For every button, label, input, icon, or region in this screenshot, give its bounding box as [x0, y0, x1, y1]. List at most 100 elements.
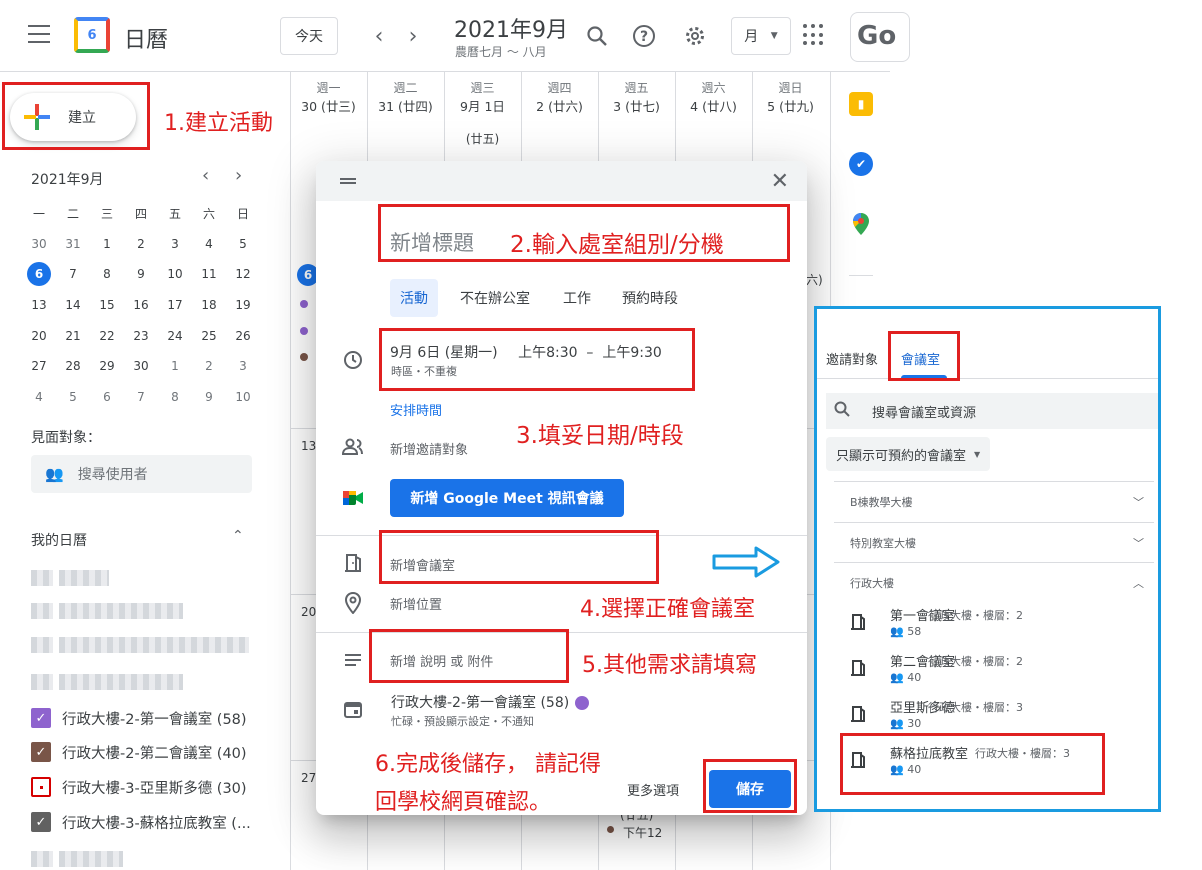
room-group-b-building[interactable]: B棟教學大樓 ﹀	[834, 481, 1154, 521]
mini-calendar-day[interactable]: 2	[124, 229, 158, 260]
calendar-list-item[interactable]: ✓ 行政大樓-3-蘇格拉底教室 (...	[31, 810, 251, 834]
main-menu-icon[interactable]	[28, 25, 50, 43]
mini-calendar-day[interactable]: 6	[90, 382, 124, 413]
collapse-chevron-icon[interactable]: ⌃	[232, 528, 244, 544]
day-column-header[interactable]: 週五 3 (廿七)	[598, 80, 675, 118]
calendar-status-text[interactable]: 忙碌・預設顯示設定・不通知	[391, 713, 534, 729]
week-row-label[interactable]: 13	[301, 439, 316, 453]
next-period-icon[interactable]: ›	[398, 21, 428, 51]
search-users-input[interactable]: 👥 搜尋使用者	[31, 455, 252, 493]
checkbox-unchecked-icon[interactable]	[31, 777, 51, 797]
weekday-label: 日	[236, 206, 249, 221]
checkbox-checked-icon[interactable]: ✓	[31, 812, 51, 832]
room-group-admin[interactable]: 行政大樓 ︿	[834, 562, 1154, 602]
today-button[interactable]: 今天	[280, 17, 338, 55]
mini-calendar-day[interactable]: 29	[90, 351, 124, 382]
mini-calendar-day[interactable]: 22	[90, 320, 124, 351]
mini-next-icon[interactable]: ›	[235, 165, 242, 186]
mini-calendar-day[interactable]: 28	[56, 351, 90, 382]
tab-task[interactable]: 工作	[554, 279, 600, 317]
drag-handle-icon[interactable]	[340, 178, 356, 184]
mini-calendar-day[interactable]: 31	[56, 229, 90, 260]
google-apps-icon[interactable]	[803, 24, 825, 46]
room-group-special[interactable]: 特別教室大樓 ﹀	[834, 522, 1154, 562]
calendar-list-item[interactable]: ✓ 行政大樓-2-第一會議室 (58)	[31, 706, 247, 730]
mini-calendar-day[interactable]: 5	[56, 382, 90, 413]
find-time-link[interactable]: 安排時間	[390, 400, 442, 419]
tab-guests[interactable]: 邀請對象	[826, 349, 878, 368]
add-guests-field[interactable]: 新增邀請對象	[390, 439, 468, 458]
calendar-list-item[interactable]: ✓ 行政大樓-2-第二會議室 (40)	[31, 740, 247, 764]
mini-calendar-day[interactable]: 11	[192, 259, 226, 290]
mini-calendar-day[interactable]: 4	[22, 382, 56, 413]
checkbox-checked-icon[interactable]: ✓	[31, 742, 51, 762]
mini-calendar-day[interactable]: 1	[90, 229, 124, 260]
mini-calendar-day[interactable]: 18	[192, 290, 226, 321]
mini-calendar-day[interactable]: 19	[226, 290, 260, 321]
room-option[interactable]: 第一會議室 行政大樓・樓層：2 👥 58	[850, 605, 1100, 649]
mini-calendar-day[interactable]: 16	[124, 290, 158, 321]
tab-appointment[interactable]: 預約時段	[612, 279, 688, 317]
room-option[interactable]: 第二會議室 行政大樓・樓層：2 👥 40	[850, 651, 1100, 695]
available-rooms-filter[interactable]: 只顯示可預約的會議室 ▼	[826, 437, 991, 471]
mini-calendar-day[interactable]: 1	[158, 351, 192, 382]
mini-calendar-day[interactable]: 4	[192, 229, 226, 260]
help-icon[interactable]: ?	[628, 20, 660, 52]
calendar-owner-field[interactable]: 行政大樓-2-第一會議室 (58)	[391, 692, 590, 712]
mini-calendar-day[interactable]: 2	[192, 351, 226, 382]
tab-event[interactable]: 活動	[390, 279, 438, 317]
mini-calendar-day[interactable]: 5	[226, 229, 260, 260]
mini-calendar-day[interactable]: 30	[22, 229, 56, 260]
week-row-label[interactable]: 27	[301, 771, 316, 785]
room-search-input[interactable]: 搜尋會議室或資源	[826, 393, 1158, 429]
mini-calendar-day[interactable]: 26	[226, 320, 260, 351]
day-column-header[interactable]: 週六 4 (廿八)	[675, 80, 752, 118]
event-time-label[interactable]: 下午12	[623, 824, 662, 841]
day-column-header[interactable]: 週一 30 (廿三)	[290, 80, 367, 118]
search-icon[interactable]	[581, 20, 613, 52]
week-row-label[interactable]: 20	[301, 605, 316, 619]
mini-calendar-day[interactable]: 24	[158, 320, 192, 351]
calendar-list-item[interactable]: 行政大樓-3-亞里斯多德 (30)	[31, 775, 247, 799]
mini-calendar-day[interactable]: 10	[158, 259, 192, 290]
add-meet-button[interactable]: 新增 Google Meet 視訊會議	[390, 479, 624, 517]
maps-icon[interactable]	[851, 212, 871, 241]
mini-calendar-day[interactable]: 23	[124, 320, 158, 351]
more-options-button[interactable]: 更多選項	[627, 780, 679, 799]
view-selector[interactable]: 月 ▼	[731, 17, 791, 55]
mini-calendar-day[interactable]: 25	[192, 320, 226, 351]
mini-calendar-day[interactable]: 15	[90, 290, 124, 321]
add-location-field[interactable]: 新增位置	[390, 594, 442, 613]
tasks-icon[interactable]: ✔	[849, 152, 873, 176]
mini-calendar-day[interactable]: 8	[90, 259, 124, 290]
mini-calendar-day[interactable]: 17	[158, 290, 192, 321]
mini-calendar-day[interactable]: 10	[226, 382, 260, 413]
mini-prev-icon[interactable]: ‹	[202, 165, 209, 186]
mini-calendar-day[interactable]: 20	[22, 320, 56, 351]
mini-calendar-day[interactable]: 3	[226, 351, 260, 382]
mini-calendar-day[interactable]: 7	[56, 259, 90, 290]
mini-calendar-day[interactable]: 6	[22, 259, 56, 290]
mini-calendar-day[interactable]: 27	[22, 351, 56, 382]
mini-calendar-day[interactable]: 3	[158, 229, 192, 260]
checkbox-checked-icon[interactable]: ✓	[31, 708, 51, 728]
google-account-badge[interactable]: Go	[850, 12, 910, 62]
mini-calendar-day[interactable]: 30	[124, 351, 158, 382]
day-column-header[interactable]: 週二 31 (廿四)	[367, 80, 444, 118]
mini-calendar-day[interactable]: 13	[22, 290, 56, 321]
mini-calendar-day[interactable]: 14	[56, 290, 90, 321]
mini-calendar-day[interactable]: 9	[124, 259, 158, 290]
mini-calendar-day[interactable]: 21	[56, 320, 90, 351]
prev-period-icon[interactable]: ‹	[364, 21, 394, 51]
settings-gear-icon[interactable]	[679, 20, 711, 52]
mini-calendar-day[interactable]: 8	[158, 382, 192, 413]
mini-calendar-day[interactable]: 9	[192, 382, 226, 413]
tab-out-of-office[interactable]: 不在辦公室	[452, 279, 538, 317]
mini-calendar-day[interactable]: 7	[124, 382, 158, 413]
keep-icon[interactable]: ▮	[849, 92, 873, 116]
close-icon[interactable]: ✕	[771, 169, 789, 194]
mini-calendar-day[interactable]: 12	[226, 259, 260, 290]
day-column-header[interactable]: 週四 2 (廿六)	[521, 80, 598, 118]
day-column-header[interactable]: 週三 9月 1日 (廿五)	[444, 80, 521, 150]
day-column-header[interactable]: 週日 5 (廿九)	[752, 80, 829, 118]
